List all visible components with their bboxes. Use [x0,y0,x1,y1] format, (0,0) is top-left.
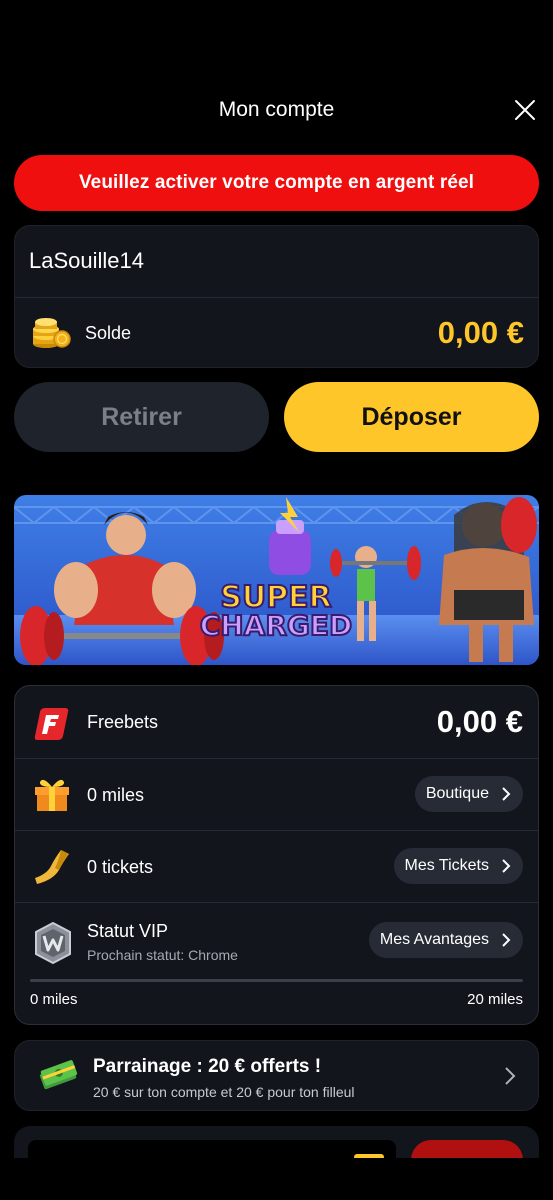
rewards-card: Freebets 0,00 € 0 miles Boutique 0 ticke… [14,685,539,1025]
shop-button[interactable]: Boutique [414,776,523,812]
balance-value: 0,00 € [437,315,524,350]
referral-title: Parrainage : 20 € offerts ! [93,1056,322,1077]
freebets-row: Freebets 0,00 € [15,686,538,758]
tickets-label: 0 tickets [87,857,154,877]
coins-icon [33,318,71,348]
bottom-bar [0,1158,553,1200]
gift-box-icon [35,779,69,811]
username: LaSouille14 [29,248,144,273]
promo-title-line2: CHARGED [200,609,353,642]
withdraw-button[interactable]: Retirer [14,382,269,452]
miles-label: 0 miles [87,785,145,805]
vip-progress-bar [30,979,523,982]
referral-card[interactable]: Parrainage : 20 € offerts ! 20 € sur ton… [14,1040,539,1111]
progress-max-label: 20 miles [467,991,523,1008]
vip-label: Statut VIP [87,921,169,941]
activate-account-banner[interactable]: Veuillez activer votre compte en argent … [14,155,539,211]
referral-subtitle: 20 € sur ton compte et 20 € pour ton fil… [93,1084,355,1100]
shop-button-label: Boutique [425,785,489,802]
money-stack-icon [39,1060,78,1090]
activate-account-text: Veuillez activer votre compte en argent … [78,172,475,193]
close-icon[interactable] [513,98,537,122]
divider [15,297,538,298]
freebets-value: 0,00 € [436,704,523,739]
miles-row: 0 miles Boutique [15,759,538,830]
promo-banner-artwork: SUPER CHARGED [14,495,539,665]
my-benefits-button-label: Mes Avantages [379,931,489,948]
chevron-right-icon [502,859,511,873]
my-tickets-button-label: Mes Tickets [404,857,489,874]
chevron-right-icon [502,933,511,947]
chevron-right-icon [502,787,511,801]
header: Mon compte [0,92,553,132]
freebets-label: Freebets [87,712,159,732]
vip-next-status: Prochain statut: Chrome [87,947,238,963]
freebets-logo-icon [34,708,69,740]
progress-min-label: 0 miles [30,991,78,1008]
deposit-button[interactable]: Déposer [284,382,539,452]
account-card: LaSouille14 Solde 0,00 € [14,225,539,368]
page-title: Mon compte [218,98,335,121]
promo-banner[interactable]: SUPER CHARGED [14,495,539,665]
tickets-row: 0 tickets Mes Tickets [15,831,538,902]
ticket-icon [35,850,69,884]
balance-label: Solde [85,323,132,343]
my-benefits-button[interactable]: Mes Avantages [368,922,523,958]
vip-badge-icon [35,921,71,965]
my-tickets-button[interactable]: Mes Tickets [393,848,523,884]
chevron-right-icon [505,1067,516,1085]
